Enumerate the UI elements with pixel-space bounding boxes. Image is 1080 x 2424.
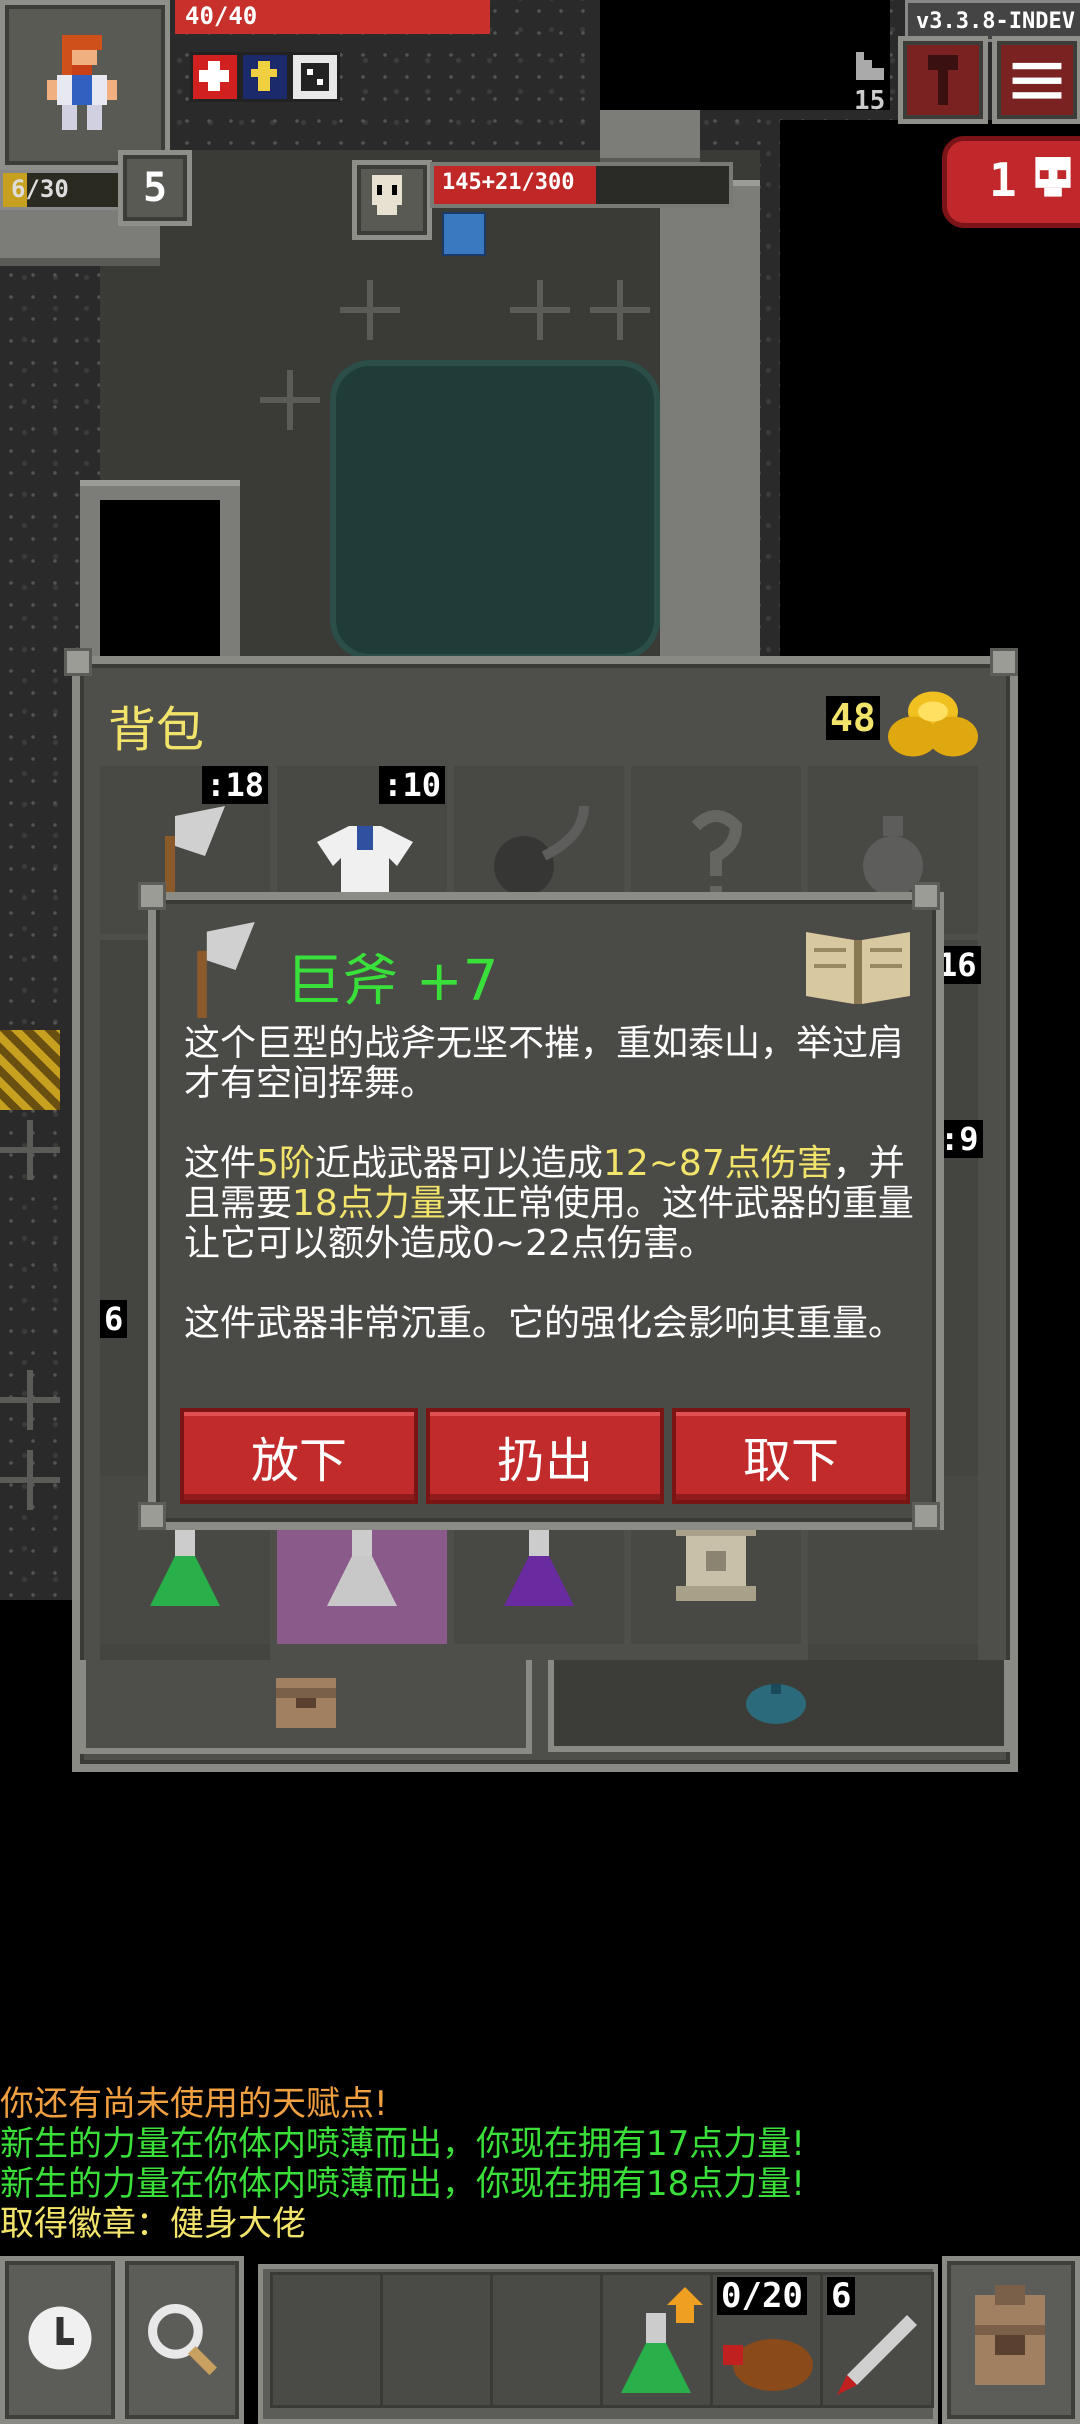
- stairs-icon: [856, 52, 886, 82]
- seed-pouch-tab[interactable]: [548, 1660, 1010, 1752]
- throw-button[interactable]: 扔出: [426, 1408, 664, 1504]
- green-potion-icon: [150, 1526, 220, 1606]
- dialog-corner: [912, 882, 940, 910]
- unequip-button[interactable]: 取下: [672, 1408, 910, 1504]
- floor-grate: [0, 1450, 60, 1510]
- enemy-health-bar: 145+21/300: [430, 162, 733, 208]
- purple-potion-icon: [504, 1526, 574, 1606]
- menu-button[interactable]: [992, 36, 1080, 124]
- log-line: 你还有尚未使用的天赋点!: [0, 2084, 388, 2124]
- seed-pouch-tab-icon: [746, 1684, 806, 1724]
- dialog-corner: [138, 1502, 166, 1530]
- greataxe-icon: [197, 922, 255, 1018]
- green-potion-icon: [621, 2313, 691, 2393]
- stats-text: 这件: [184, 1143, 257, 1184]
- floor-grate: [340, 280, 400, 340]
- magnifier-icon: [148, 2304, 218, 2376]
- item-note: 这件武器非常沉重。它的强化会影响其重量。: [184, 1303, 905, 1344]
- artifact-slot-icon: [691, 810, 743, 896]
- gold-vein[interactable]: [0, 1030, 60, 1110]
- quickslot-potion[interactable]: [600, 2272, 714, 2408]
- window-corner: [64, 648, 92, 676]
- item-info-dialog: 巨斧 +7 这个巨型的战斧无坚不摧，重如泰山，举过肩才有空间挥舞。 这件5阶近战…: [148, 892, 944, 1530]
- journal-button[interactable]: [898, 36, 988, 124]
- greataxe-icon: [165, 806, 225, 906]
- backpack-icon: [975, 2285, 1045, 2385]
- danger-count: 1: [989, 153, 1017, 207]
- item-quantity: 6: [100, 1300, 128, 1338]
- inventory-title: 背包: [108, 702, 205, 758]
- quickslot-empty[interactable]: [270, 2272, 384, 2408]
- backpack-tab-icon: [276, 1678, 336, 1728]
- leather-whip-icon: [723, 2339, 813, 2391]
- dungeon-wall: [660, 180, 760, 666]
- stats-text: 近战武器可以造成: [314, 1143, 603, 1184]
- backpack-button[interactable]: [942, 2256, 1080, 2424]
- log-line: 取得徽章：健身大佬: [0, 2204, 306, 2244]
- dart-icon: [837, 2315, 917, 2395]
- dice-icon[interactable]: [290, 52, 340, 102]
- book-icon[interactable]: [806, 922, 910, 1006]
- skull-icon: [372, 175, 402, 215]
- blessed-icon[interactable]: [240, 52, 290, 102]
- danger-indicator[interactable]: 1: [942, 136, 1080, 228]
- level-badge: 5: [118, 150, 192, 226]
- menu-icon: [1012, 62, 1062, 99]
- quickslot-empty[interactable]: [490, 2272, 604, 2408]
- wait-button[interactable]: [0, 2256, 120, 2424]
- dialog-corner: [138, 882, 166, 910]
- quickslot-weapon[interactable]: 6: [820, 2272, 934, 2408]
- enemy-health-text: 145+21/300: [442, 170, 575, 195]
- skull-icon: [1035, 157, 1071, 197]
- item-description: 这个巨型的战斧无坚不摧，重如泰山，举过肩才有空间挥舞。: [184, 1023, 905, 1104]
- floor-grate: [590, 280, 650, 340]
- quickslot-darts[interactable]: 0/20: [710, 2272, 824, 2408]
- floor-grate: [510, 280, 570, 340]
- gold-pile-icon: [888, 691, 978, 757]
- log-line: 新生的力量在你体内喷薄而出，你现在拥有17点力量!: [0, 2124, 805, 2164]
- floor-grate: [260, 370, 320, 430]
- level-text: 5: [142, 165, 168, 211]
- water-pool: [330, 360, 660, 660]
- search-button[interactable]: [120, 2256, 244, 2424]
- weapon-level: :18: [202, 766, 268, 804]
- floor-grate: [0, 1370, 60, 1430]
- exp-text: 6/30: [11, 175, 69, 203]
- item-name: 巨斧 +7: [286, 949, 499, 1014]
- item-stats: 这件5阶近战武器可以造成12~87点伤害，并且需要18点力量来正常使用。这件武器…: [184, 1144, 914, 1264]
- drop-button[interactable]: 放下: [180, 1408, 418, 1504]
- quickslot-empty[interactable]: [380, 2272, 494, 2408]
- item-tier: 5阶: [256, 1143, 315, 1184]
- floor-grate: [0, 1120, 60, 1180]
- quickslot-count: 0/20: [717, 2277, 807, 2315]
- hp-text: 40/40: [185, 2, 258, 30]
- enemy-buff-icon[interactable]: [442, 212, 486, 256]
- version-text: v3.3.8-INDEV: [916, 8, 1075, 34]
- exp-bar: 6/30: [0, 170, 126, 210]
- key-icon: [928, 55, 958, 105]
- gold-count: 48: [826, 696, 880, 740]
- ring-slot-icon: [494, 806, 589, 896]
- white-potion-icon: [327, 1526, 397, 1606]
- upgrade-arrow-icon: [667, 2287, 703, 2323]
- hero-portrait[interactable]: [0, 0, 170, 170]
- depth-text: 15: [854, 86, 886, 116]
- warrior-hero-icon: [47, 35, 117, 130]
- clock-icon: [28, 2306, 92, 2370]
- quickslot-count: 6: [827, 2277, 856, 2315]
- armor-level: :10: [379, 766, 445, 804]
- log-line: 新生的力量在你体内喷薄而出，你现在拥有18点力量!: [0, 2164, 805, 2204]
- item-damage: 12~87点伤害: [602, 1143, 833, 1184]
- hp-bar[interactable]: 40/40: [175, 0, 490, 34]
- backpack-tab[interactable]: [80, 1660, 532, 1754]
- enemy-portrait[interactable]: [352, 160, 432, 240]
- void-area: [600, 0, 890, 110]
- window-corner: [990, 648, 1018, 676]
- void-area: [100, 500, 220, 660]
- item-strength-req: 18点力量: [292, 1183, 446, 1224]
- scroll-icon: [676, 1521, 756, 1601]
- dialog-corner: [912, 1502, 940, 1530]
- medical-cross-icon[interactable]: [190, 52, 240, 102]
